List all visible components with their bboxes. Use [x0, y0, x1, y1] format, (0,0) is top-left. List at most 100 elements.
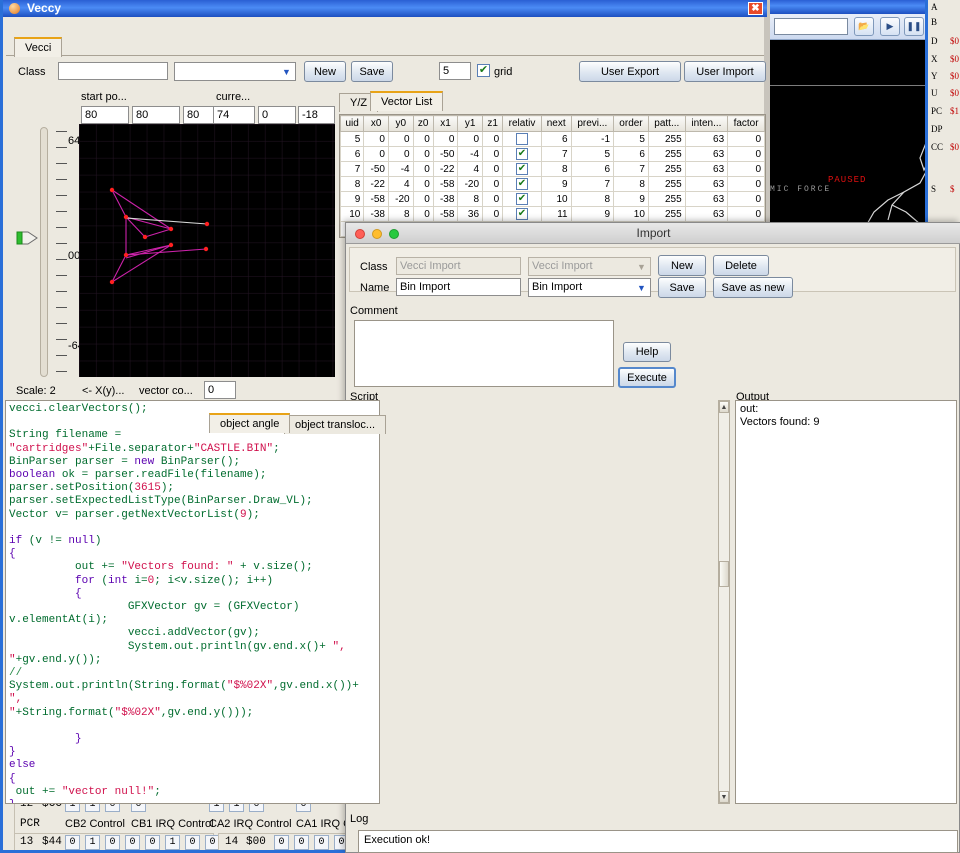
- cell-order: 8: [614, 177, 649, 192]
- pause-icon[interactable]: ❚❚: [904, 17, 924, 36]
- column-header[interactable]: previ...: [571, 116, 613, 132]
- tab-vector-list[interactable]: Vector List: [370, 91, 443, 111]
- cell-z0: 0: [413, 147, 433, 162]
- import-name-combo[interactable]: Bin Import ▼: [528, 278, 651, 297]
- play-icon[interactable]: ▶: [880, 17, 900, 36]
- register-value-pc: $1: [950, 106, 959, 116]
- start-x-input[interactable]: [81, 106, 129, 124]
- script-line: {: [9, 773, 376, 786]
- bit-13-6[interactable]: 0: [185, 835, 200, 850]
- user-export-button[interactable]: User Export: [579, 61, 681, 82]
- current-z-input[interactable]: [298, 106, 335, 124]
- register-value-d: $0: [950, 36, 959, 46]
- import-save-as-new-button[interactable]: Save as new: [713, 277, 793, 298]
- bit-13-4[interactable]: 0: [145, 835, 160, 850]
- chevron-down-icon[interactable]: ▼: [719, 791, 729, 803]
- table-row[interactable]: 9-58-200-3880✔1089255630: [341, 192, 765, 207]
- bit-14-0[interactable]: 0: [274, 835, 289, 850]
- close-icon[interactable]: ✖: [748, 2, 763, 15]
- cell-previ: 7: [571, 177, 613, 192]
- cell-order: 7: [614, 162, 649, 177]
- column-header[interactable]: next: [541, 116, 571, 132]
- relative-checkbox[interactable]: ✔: [503, 177, 542, 192]
- scale-input[interactable]: [439, 62, 471, 80]
- table-row[interactable]: 7-50-40-2240✔867255630: [341, 162, 765, 177]
- column-header[interactable]: y0: [388, 116, 413, 132]
- emulator-address-input[interactable]: [774, 18, 848, 35]
- import-delete-button[interactable]: Delete: [713, 255, 769, 276]
- bit-13-1[interactable]: 1: [85, 835, 100, 850]
- import-class-combo-value: Vecci Import: [532, 260, 593, 272]
- table-row[interactable]: 8-2240-58-200✔978255630: [341, 177, 765, 192]
- column-header[interactable]: patt...: [648, 116, 685, 132]
- table-row[interactable]: 6000-50-40✔756255630: [341, 147, 765, 162]
- cell-x0: -50: [364, 162, 389, 177]
- script-line: parser.setExpectedListType(BinParser.Dra…: [9, 495, 376, 508]
- script-editor[interactable]: vecci.clearVectors(); String filename = …: [5, 400, 380, 804]
- script-line: }: [9, 799, 376, 804]
- emulator-paused-text: PAUSED: [828, 175, 866, 185]
- tab-object-angle[interactable]: object angle: [209, 413, 290, 433]
- vector-list-table[interactable]: uidx0y0z0x1y1z1relativnextprevi...orderp…: [339, 114, 766, 238]
- start-y-input[interactable]: [132, 106, 180, 124]
- bit-13-5[interactable]: 1: [165, 835, 180, 850]
- open-icon[interactable]: 📂: [854, 17, 874, 36]
- column-header[interactable]: uid: [341, 116, 364, 132]
- column-header[interactable]: relativ: [503, 116, 542, 132]
- import-class-combo: Vecci Import ▼: [528, 257, 651, 276]
- canvas-vector-art: [79, 124, 335, 377]
- tab-vecci[interactable]: Vecci: [14, 37, 62, 57]
- import-save-button[interactable]: Save: [658, 277, 706, 298]
- bit-13-0[interactable]: 0: [65, 835, 80, 850]
- help-button[interactable]: Help: [623, 342, 671, 362]
- bit-14-1[interactable]: 0: [294, 835, 309, 850]
- import-name-input[interactable]: [396, 278, 521, 296]
- relative-checkbox[interactable]: ✔: [503, 147, 542, 162]
- script-scrollbar[interactable]: ▲ ▼: [718, 400, 730, 804]
- import-new-button[interactable]: New: [658, 255, 706, 276]
- chevron-up-icon[interactable]: ▲: [719, 401, 729, 413]
- column-header[interactable]: factor: [728, 116, 765, 132]
- table-row[interactable]: 50000006-15255630: [341, 132, 765, 147]
- class-input[interactable]: [58, 62, 168, 80]
- script-line: out += "vector null!";: [9, 786, 376, 799]
- vertical-slider-thumb[interactable]: [16, 231, 38, 245]
- bit-13-3[interactable]: 0: [125, 835, 140, 850]
- close-icon[interactable]: [355, 229, 365, 239]
- relative-checkbox[interactable]: ✔: [503, 192, 542, 207]
- cell-factor: 0: [728, 147, 765, 162]
- scrollbar-thumb[interactable]: [719, 561, 729, 587]
- relative-checkbox[interactable]: ✔: [503, 162, 542, 177]
- column-header[interactable]: y1: [458, 116, 483, 132]
- vertical-zoom-slider[interactable]: [40, 127, 48, 377]
- execute-button[interactable]: Execute: [618, 367, 676, 388]
- current-y-input[interactable]: [258, 106, 296, 124]
- script-line: GFXVector gv = (GFXVector): [9, 601, 376, 614]
- column-header[interactable]: z1: [483, 116, 503, 132]
- cell-previ: 9: [571, 207, 613, 222]
- current-x-input[interactable]: [213, 106, 255, 124]
- column-header[interactable]: x0: [364, 116, 389, 132]
- bit-14-2[interactable]: 0: [314, 835, 329, 850]
- save-button[interactable]: Save: [351, 61, 393, 82]
- grid-checkbox[interactable]: [477, 64, 490, 77]
- vector-canvas[interactable]: [79, 124, 335, 377]
- user-import-button[interactable]: User Import: [684, 61, 766, 82]
- comment-textarea[interactable]: [354, 320, 614, 387]
- column-header[interactable]: x1: [433, 116, 458, 132]
- relative-checkbox[interactable]: ✔: [503, 207, 542, 222]
- relative-checkbox[interactable]: [503, 132, 542, 147]
- new-button[interactable]: New: [304, 61, 346, 82]
- bit-13-2[interactable]: 0: [105, 835, 120, 850]
- tab-object-transloc[interactable]: object transloc...: [284, 415, 386, 434]
- column-header[interactable]: order: [614, 116, 649, 132]
- table-row[interactable]: 10-3880-58360✔11910255630: [341, 207, 765, 222]
- class-combo[interactable]: ▼: [174, 62, 296, 81]
- minimize-icon[interactable]: [372, 229, 382, 239]
- maximize-icon[interactable]: [389, 229, 399, 239]
- vector-count-input[interactable]: [204, 381, 236, 399]
- cell-y0: -4: [388, 162, 413, 177]
- column-header[interactable]: inten...: [685, 116, 728, 132]
- cell-factor: 0: [728, 162, 765, 177]
- column-header[interactable]: z0: [413, 116, 433, 132]
